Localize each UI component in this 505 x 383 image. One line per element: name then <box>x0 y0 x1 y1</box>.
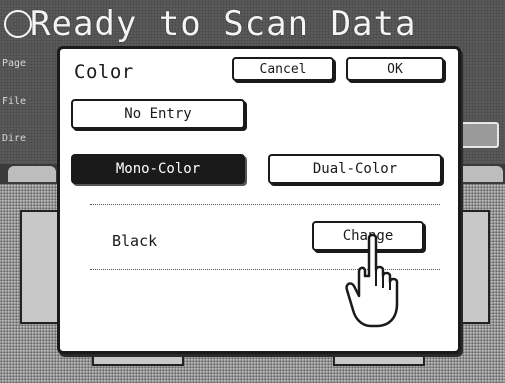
divider-top <box>90 204 440 205</box>
background-label-page: Page <box>2 58 27 69</box>
background-label-directory: Dire <box>2 133 27 144</box>
change-color-button[interactable]: Change <box>312 221 424 251</box>
cancel-button[interactable]: Cancel <box>232 57 334 81</box>
background-title-text: Ready to Scan Data <box>30 4 417 44</box>
background-label-file: File <box>2 96 27 107</box>
no-entry-button[interactable]: No Entry <box>71 99 245 129</box>
dual-color-button[interactable]: Dual-Color <box>268 154 442 184</box>
status-circle-icon <box>4 10 32 38</box>
background-field <box>455 122 499 148</box>
background-tab <box>8 166 56 182</box>
dialog-title: Color <box>74 61 134 83</box>
mono-color-button[interactable]: Mono-Color <box>71 154 245 184</box>
background-tab <box>455 166 503 182</box>
ok-button[interactable]: OK <box>346 57 444 81</box>
color-dialog: Color Cancel OK No Entry Mono-Color Dual… <box>57 46 461 354</box>
divider-bottom <box>90 269 440 270</box>
background-title: Ready to Scan Data <box>4 4 417 44</box>
current-color-label: Black <box>112 232 158 250</box>
